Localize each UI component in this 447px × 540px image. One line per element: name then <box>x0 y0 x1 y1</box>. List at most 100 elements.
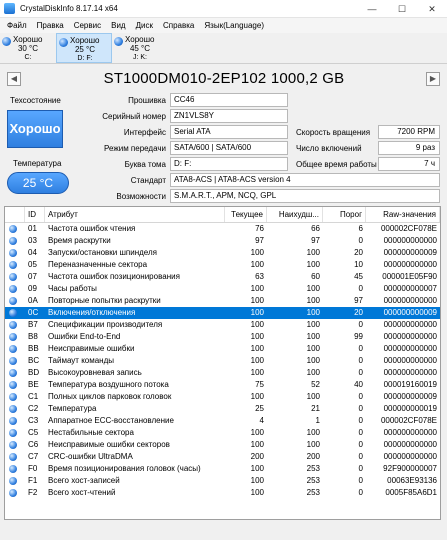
power-on-count-value: 9 раз <box>378 141 440 155</box>
cell-attribute: Запуски/остановки шпинделя <box>48 248 157 257</box>
table-row[interactable]: C7 CRC-ошибки UltraDMA 200 200 0 000000000000 <box>5 451 440 463</box>
smart-table[interactable]: ID Атрибут Текущее Наихудш... Порог Raw-… <box>4 206 441 520</box>
table-row[interactable]: C6 Неисправимые ошибки секторов 100 100 0 000… <box>5 439 440 451</box>
header-worst[interactable]: Наихудш... <box>267 207 323 222</box>
minimize-button[interactable]: — <box>357 0 387 18</box>
table-row[interactable]: 0A Повторные попытки раскрутки 100 100 97 000… <box>5 295 440 307</box>
cell-current: 100 <box>250 320 264 329</box>
cell-raw: 000000000000 <box>383 236 437 245</box>
cell-attribute: Нестабильные сектора <box>48 428 134 437</box>
menu-edit[interactable]: Правка <box>32 18 69 33</box>
row-status-cell <box>5 297 25 305</box>
cell-attribute: Повторные попытки раскрутки <box>48 296 161 305</box>
table-row[interactable]: 04 Запуски/остановки шпинделя 100 100 20 0000… <box>5 247 440 259</box>
table-row[interactable]: C3 Аппаратное ECC-восстановление 4 1 0 000002… <box>5 415 440 427</box>
next-disk-button[interactable]: ▶ <box>426 72 440 86</box>
header-status[interactable] <box>5 207 25 222</box>
cell-worst: 66 <box>311 224 320 233</box>
model-row: ◀ ST1000DM010-2EP102 1000,2 GB ▶ <box>0 66 447 94</box>
cell-threshold: 0 <box>358 476 363 485</box>
cell-id: C7 <box>28 452 39 461</box>
interface-value: Serial ATA <box>170 125 288 139</box>
table-row[interactable]: 0C Включения/отключения 100 100 20 0000000000… <box>5 307 440 319</box>
status-dot-icon <box>9 309 17 317</box>
close-button[interactable]: ✕ <box>417 0 447 18</box>
header-raw[interactable]: Raw-значения <box>366 207 440 222</box>
table-row[interactable]: F2 Всего хост-чтений 100 253 0 0005F85A6D1 <box>5 487 440 499</box>
header-current[interactable]: Текущее <box>225 207 267 222</box>
table-row[interactable]: C2 Температура 25 21 0 000000000019 <box>5 403 440 415</box>
table-row[interactable]: 01 Частота ошибок чтения 76 66 6 000002CF078E <box>5 223 440 235</box>
menu-file[interactable]: Файл <box>2 18 32 33</box>
standard-label: Стандарт <box>130 176 166 185</box>
row-status-cell <box>5 273 25 281</box>
menu-view[interactable]: Вид <box>106 18 130 33</box>
cell-raw: 000019160019 <box>383 380 437 389</box>
cell-id: 03 <box>28 236 37 245</box>
menu-help[interactable]: Справка <box>158 18 199 33</box>
table-row[interactable]: 03 Время раскрутки 97 97 0 000000000000 <box>5 235 440 247</box>
cell-raw: 000000000000 <box>383 296 437 305</box>
header-attribute[interactable]: Атрибут <box>45 207 225 222</box>
table-row[interactable]: 09 Часы работы 100 100 0 000000000007 <box>5 283 440 295</box>
health-status-button[interactable]: Хорошо <box>7 110 63 148</box>
cell-current: 100 <box>250 284 264 293</box>
cell-attribute: Температура <box>48 404 97 413</box>
table-row[interactable]: BD Высокоуровневая запись 100 100 0 000000000… <box>5 367 440 379</box>
drive-temp: 30 °C <box>17 44 39 53</box>
table-row[interactable]: BC Таймаут команды 100 100 0 000000000000 <box>5 355 440 367</box>
status-dot-icon <box>9 261 17 269</box>
menu-disk[interactable]: Диск <box>131 18 158 33</box>
table-row[interactable]: F1 Всего хост-записей 100 253 0 00063E93136 <box>5 475 440 487</box>
transfer-label: Режим передачи <box>104 144 166 153</box>
cell-attribute: Частота ошибок позиционирования <box>48 272 180 281</box>
row-status-cell <box>5 489 25 497</box>
prev-disk-button[interactable]: ◀ <box>7 72 21 86</box>
drive-tab-1[interactable]: Хорошо 30 °C C: <box>0 33 56 63</box>
cell-current: 100 <box>250 308 264 317</box>
maximize-button[interactable]: ☐ <box>387 0 417 18</box>
drive-temp: 25 °C <box>74 45 96 54</box>
cell-id: F2 <box>28 488 38 497</box>
cell-raw: 000000000000 <box>383 260 437 269</box>
status-dot-icon <box>9 285 17 293</box>
drive-tab-2[interactable]: Хорошо 25 °C D: F: <box>56 33 112 63</box>
table-row[interactable]: B8 Ошибки End-to-End 100 100 99 000000000000 <box>5 331 440 343</box>
temperature-label: Температура <box>13 159 62 168</box>
row-status-cell <box>5 441 25 449</box>
status-dot-icon <box>9 249 17 257</box>
table-row[interactable]: 07 Частота ошибок позиционирования 63 60 45 0… <box>5 271 440 283</box>
cell-worst: 100 <box>306 308 320 317</box>
drive-letter: D: F: <box>77 55 93 62</box>
row-status-cell <box>5 345 25 353</box>
status-dot-icon <box>9 465 17 473</box>
table-row[interactable]: BB Неисправимые ошибки 100 100 0 000000000000 <box>5 343 440 355</box>
cell-attribute: CRC-ошибки UltraDMA <box>48 452 133 461</box>
menu-service[interactable]: Сервис <box>69 18 106 33</box>
table-row[interactable]: F0 Время позиционирования головок (часы) 1… <box>5 463 440 475</box>
cell-worst: 100 <box>306 368 320 377</box>
cell-threshold: 0 <box>358 464 363 473</box>
row-status-cell <box>5 237 25 245</box>
cell-threshold: 0 <box>358 488 363 497</box>
status-dot-icon <box>9 477 17 485</box>
cell-current: 100 <box>250 464 264 473</box>
table-row[interactable]: B7 Спецификации производителя 100 100 0 00000… <box>5 319 440 331</box>
cell-raw: 000000000000 <box>383 344 437 353</box>
table-row[interactable]: BE Температура воздушного потока 75 52 40 000… <box>5 379 440 391</box>
menu-language[interactable]: Язык(Language) <box>199 18 269 33</box>
table-row[interactable]: 05 Переназначенные сектора 100 100 10 0000000… <box>5 259 440 271</box>
model-title: ST1000DM010-2EP102 1000,2 GB <box>103 70 345 87</box>
cell-current: 76 <box>255 224 264 233</box>
cell-raw: 000000000009 <box>383 308 437 317</box>
header-threshold[interactable]: Порог <box>323 207 366 222</box>
cell-raw: 0005F85A6D1 <box>385 488 437 497</box>
cell-current: 100 <box>250 332 264 341</box>
header-id[interactable]: ID <box>25 207 45 222</box>
table-row[interactable]: C1 Полных циклов парковок головок 100 100 0 0… <box>5 391 440 403</box>
cell-raw: 000000000019 <box>383 404 437 413</box>
table-row[interactable]: C5 Нестабильные сектора 100 100 0 00000000000… <box>5 427 440 439</box>
cell-current: 100 <box>250 392 264 401</box>
drive-tab-3[interactable]: Хорошо 45 °C J: K: <box>112 33 168 63</box>
cell-worst: 1 <box>315 416 320 425</box>
